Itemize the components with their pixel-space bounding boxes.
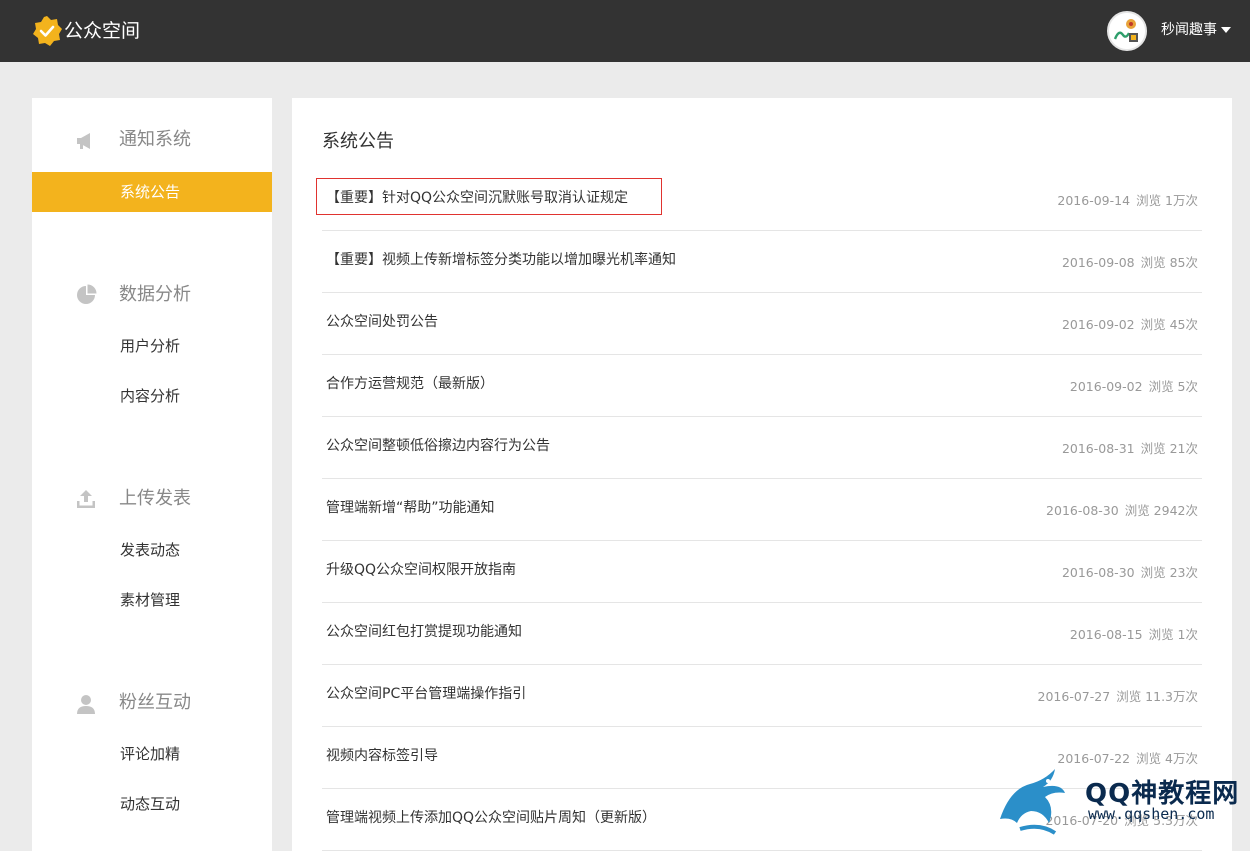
notice-title[interactable]: 公众空间整顿低俗擦边内容行为公告	[326, 436, 550, 456]
notice-meta: 2016-09-08 浏览 85次	[1062, 255, 1198, 271]
notice-date: 2016-08-31	[1061, 441, 1135, 456]
notice-title[interactable]: 合作方运营规范（最新版）	[326, 374, 494, 394]
notice-views: 浏览 2942次	[1124, 503, 1198, 518]
sidebar-item-materials[interactable]: 素材管理	[32, 580, 272, 620]
notice-views: 浏览 21次	[1140, 441, 1198, 456]
watermark-url: www.qqshen.com	[1088, 805, 1215, 823]
logo-icon[interactable]	[32, 16, 62, 46]
sidebar-item-user-analysis[interactable]: 用户分析	[32, 326, 272, 366]
notice-row[interactable]: 公众空间红包打赏提现功能通知 2016-08-15 浏览 1次	[322, 603, 1202, 665]
section-title-notification: 通知系统	[119, 129, 191, 150]
notice-date: 2016-08-30	[1046, 503, 1119, 518]
notice-row[interactable]: 公众空间整顿低俗擦边内容行为公告 2016-08-31 浏览 21次	[322, 417, 1202, 479]
notice-list: 【重要】针对QQ公众空间沉默账号取消认证规定 2016-09-14 浏览 1万次 …	[316, 169, 1202, 851]
sidebar-item-interactions[interactable]: 动态互动	[32, 784, 272, 824]
notice-views: 浏览 23次	[1140, 565, 1198, 580]
sidebar-item-system-notice[interactable]: 系统公告	[32, 172, 272, 212]
notice-row[interactable]: 【重要】针对QQ公众空间沉默账号取消认证规定 2016-09-14 浏览 1万次	[316, 169, 1202, 231]
dragon-logo-icon	[1000, 769, 1065, 835]
notice-date: 2016-09-14	[1057, 193, 1131, 208]
notice-meta: 2016-08-30 浏览 23次	[1062, 565, 1198, 581]
notice-date: 2016-07-27	[1037, 689, 1111, 704]
notice-title[interactable]: 【重要】视频上传新增标签分类功能以增加曝光机率通知	[326, 250, 676, 270]
main-panel: 系统公告 【重要】针对QQ公众空间沉默账号取消认证规定 2016-09-14 浏览…	[292, 98, 1232, 851]
notice-title[interactable]: 升级QQ公众空间权限开放指南	[326, 560, 516, 580]
notice-meta: 2016-09-02 浏览 5次	[1070, 379, 1198, 395]
notice-views: 浏览 11.3万次	[1116, 689, 1198, 704]
notice-row[interactable]: 合作方运营规范（最新版） 2016-09-02 浏览 5次	[322, 355, 1202, 417]
chevron-down-icon[interactable]	[1221, 27, 1231, 33]
notice-title[interactable]: 公众空间处罚公告	[326, 312, 438, 332]
notice-views: 浏览 5次	[1148, 379, 1198, 394]
notice-meta: 2016-07-27 浏览 11.3万次	[1038, 689, 1198, 705]
notice-views: 浏览 1次	[1148, 627, 1198, 642]
user-icon	[77, 695, 95, 714]
notice-date: 2016-09-08	[1061, 255, 1135, 270]
avatar[interactable]	[1107, 11, 1147, 51]
notice-title[interactable]: 管理端新增“帮助”功能通知	[326, 498, 495, 518]
notice-views: 浏览 1万次	[1136, 193, 1198, 208]
notice-row[interactable]: 升级QQ公众空间权限开放指南 2016-08-30 浏览 23次	[322, 541, 1202, 603]
app-name[interactable]: 公众空间	[64, 19, 140, 43]
notice-row[interactable]: 管理端新增“帮助”功能通知 2016-08-30 浏览 2942次	[322, 479, 1202, 541]
notice-row[interactable]: 公众空间PC平台管理端操作指引 2016-07-27 浏览 11.3万次	[322, 665, 1202, 727]
sidebar: 通知系统 系统公告 数据分析 用户分析 内容分析 上传发表 发表动态 素材管理 …	[32, 98, 272, 851]
username[interactable]: 秒闻趣事	[1161, 21, 1217, 39]
notice-date: 2016-08-15	[1069, 627, 1143, 642]
pie-chart-icon	[77, 284, 97, 304]
megaphone-icon	[77, 133, 90, 149]
upload-icon	[77, 490, 95, 508]
notice-date: 2016-09-02	[1069, 379, 1143, 394]
notice-views: 浏览 45次	[1140, 317, 1198, 332]
section-title-fans: 粉丝互动	[119, 692, 191, 713]
sidebar-item-publish[interactable]: 发表动态	[32, 530, 272, 570]
notice-date: 2016-08-30	[1061, 565, 1135, 580]
notice-views: 浏览 85次	[1140, 255, 1198, 270]
sidebar-item-content-analysis[interactable]: 内容分析	[32, 376, 272, 416]
notice-meta: 2016-08-30 浏览 2942次	[1046, 503, 1198, 519]
notice-title[interactable]: 视频内容标签引导	[326, 746, 438, 766]
sidebar-item-comments[interactable]: 评论加精	[32, 734, 272, 774]
notice-row[interactable]: 公众空间处罚公告 2016-09-02 浏览 45次	[322, 293, 1202, 355]
notice-meta: 2016-09-02 浏览 45次	[1062, 317, 1198, 333]
notice-title[interactable]: 公众空间红包打赏提现功能通知	[326, 622, 522, 642]
notice-title[interactable]: 【重要】针对QQ公众空间沉默账号取消认证规定	[326, 188, 628, 208]
notice-title[interactable]: 公众空间PC平台管理端操作指引	[326, 684, 526, 704]
notice-meta: 2016-08-15 浏览 1次	[1070, 627, 1198, 643]
notice-title[interactable]: 管理端视频上传添加QQ公众空间贴片周知（更新版）	[326, 808, 656, 828]
watermark: QQ神教程网 www.qqshen.com	[990, 755, 1250, 845]
section-title-data-analysis: 数据分析	[119, 284, 191, 305]
notice-meta: 2016-09-14 浏览 1万次	[1057, 193, 1198, 209]
notice-meta: 2016-08-31 浏览 21次	[1062, 441, 1198, 457]
notice-date: 2016-09-02	[1061, 317, 1135, 332]
page-title: 系统公告	[322, 131, 394, 152]
notice-row[interactable]: 【重要】视频上传新增标签分类功能以增加曝光机率通知 2016-09-08 浏览 8…	[322, 231, 1202, 293]
section-title-upload: 上传发表	[119, 488, 191, 509]
top-bar: 公众空间 秒闻趣事	[0, 0, 1250, 62]
avatar-image-icon	[1109, 13, 1145, 49]
